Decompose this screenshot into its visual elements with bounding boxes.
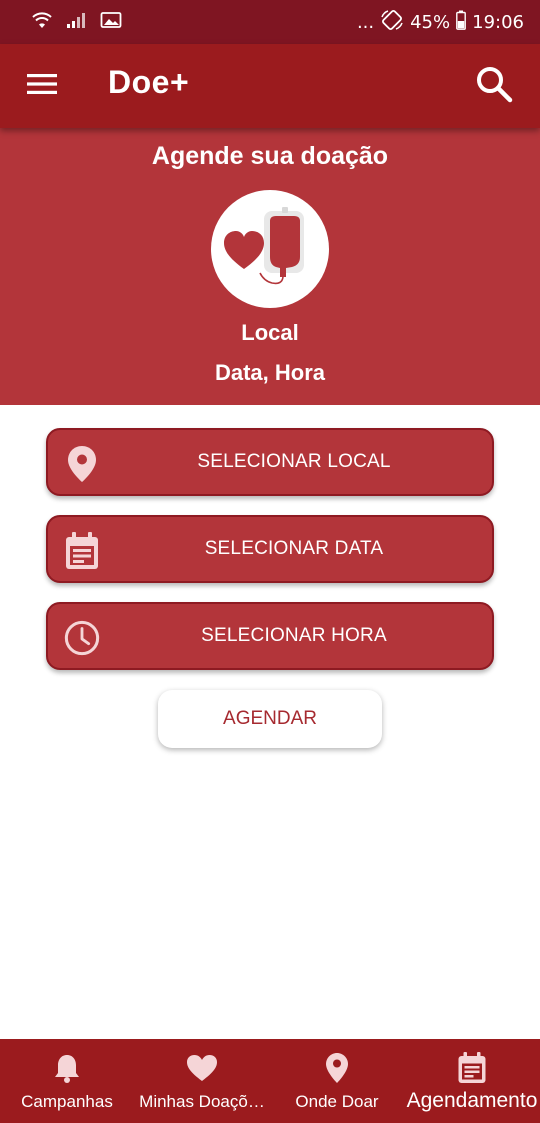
select-date-button[interactable]: SELECIONAR DATA [46,515,494,583]
page-title: Agende sua doação [151,142,389,170]
menu-button[interactable] [22,68,62,104]
clock-icon [64,620,100,656]
wifi-icon [30,10,54,35]
status-right: ... 45% 19:06 [357,9,524,36]
nav-item-minhas-doacoes[interactable]: Minhas Doaçõ… [134,1039,270,1123]
selected-datetime: Data, Hora [214,360,326,385]
select-local-button[interactable]: SELECIONAR LOCAL [46,428,494,496]
nav-item-agendamento[interactable]: Agendamento [404,1039,540,1123]
status-bar: ... 45% 19:06 [0,0,540,44]
select-local-label: SELECIONAR LOCAL [197,451,391,472]
location-pin-icon [64,446,100,482]
search-button[interactable] [472,64,516,108]
heart-icon [134,1051,270,1085]
nav-label-onde-doar: Onde Doar [295,1092,379,1111]
nav-label-minhas-doacoes: Minhas Doaçõ… [139,1092,265,1111]
calendar-icon [404,1051,540,1085]
bell-icon [0,1051,134,1085]
rotation-icon [380,9,404,36]
hero-section: Agende sua doação Local Data, Hora [0,128,540,405]
select-date-label: SELECIONAR DATA [204,538,384,559]
nav-label-campanhas: Campanhas [21,1092,113,1111]
status-time: 19:06 [472,11,524,33]
select-time-button[interactable]: SELECIONAR HORA [46,602,494,670]
battery-percent: 45% [410,11,451,33]
nav-label-agendamento: Agendamento [406,1089,538,1112]
nav-item-onde-doar[interactable]: Onde Doar [270,1039,404,1123]
signal-icon [66,11,88,34]
app-bar: Doe+ [0,44,540,128]
image-icon [100,11,122,34]
status-left [30,10,122,35]
status-dots: ... [356,11,375,33]
select-time-label: SELECIONAR HORA [201,625,387,646]
app-title: Doe+ [108,64,190,100]
blood-bag-heart-icon [220,206,320,292]
nav-item-campanhas[interactable]: Campanhas [0,1039,134,1123]
bottom-nav: Campanhas Minhas Doaçõ… Onde Doar Agenda… [0,1039,540,1123]
battery-icon [456,10,467,35]
location-pin-icon [270,1051,404,1085]
schedule-button[interactable]: AGENDAR [158,690,382,748]
calendar-icon [64,532,100,569]
hamburger-menu-icon [26,72,58,101]
selected-local: Local [241,320,299,345]
search-icon [475,65,513,108]
donation-logo [211,190,329,308]
